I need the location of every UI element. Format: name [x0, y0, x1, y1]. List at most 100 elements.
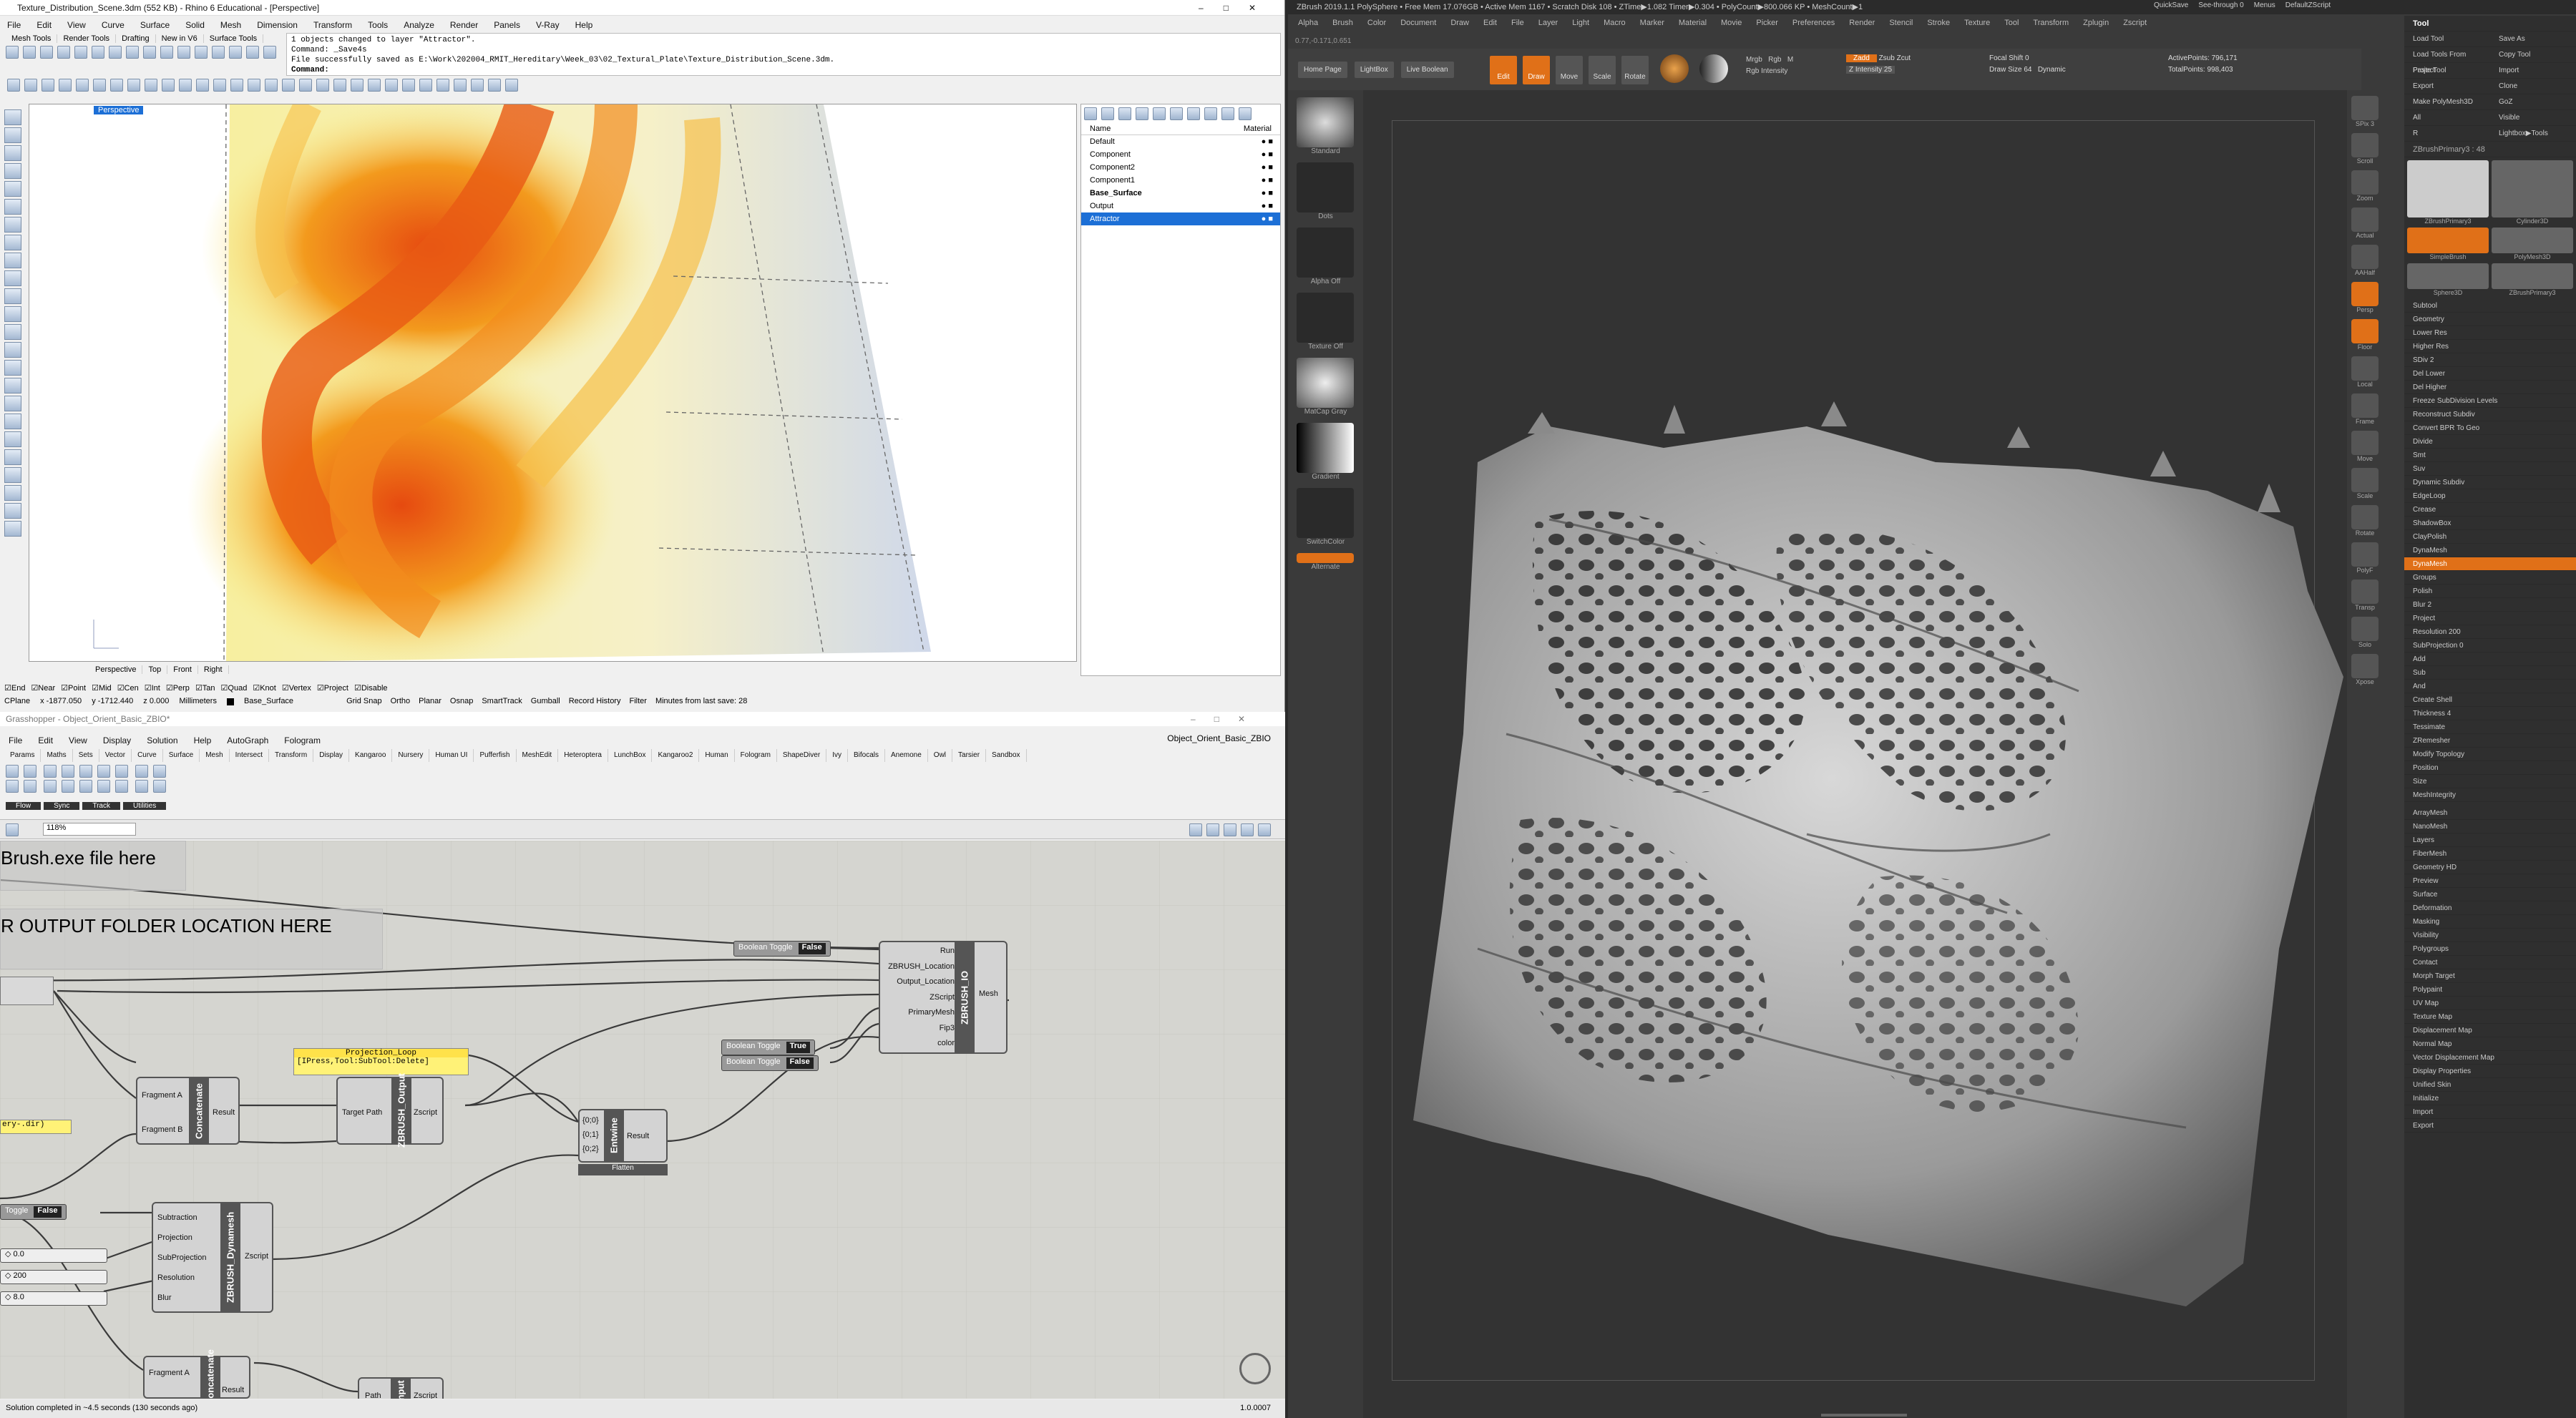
rhino-toolbar-tab-0[interactable]: Mesh Tools	[6, 34, 58, 43]
rhino-left-tool-icon[interactable]	[4, 521, 21, 537]
tool-thumbnail[interactable]: Sphere3D	[2407, 263, 2489, 296]
rhino-left-tool-icon[interactable]	[4, 235, 21, 250]
rhino-left-tool-icon[interactable]	[4, 145, 21, 161]
tool-action-button[interactable]: All	[2404, 110, 2490, 126]
dynamesh-input[interactable]: Subtraction	[157, 1208, 207, 1228]
save-icon[interactable]	[6, 823, 19, 836]
gh-sync-icon[interactable]	[62, 780, 74, 793]
layer-swatch-icon[interactable]: ● ■	[1262, 135, 1273, 148]
gh-sync-icon[interactable]	[97, 765, 110, 778]
subtool-option[interactable]: Project	[2404, 612, 2576, 625]
rhino-tool-icon[interactable]	[74, 46, 87, 59]
dynamesh-input[interactable]: Resolution	[157, 1268, 207, 1288]
layer-swatch-icon[interactable]: ● ■	[1262, 212, 1273, 225]
gh-sync-icon[interactable]	[115, 765, 128, 778]
tool-action-button[interactable]: Make PolyMesh3D	[2404, 94, 2490, 110]
input-path-component[interactable]: Path Input Zscript	[358, 1377, 444, 1399]
gradient-icon[interactable]	[1297, 423, 1354, 473]
rhino-tool-icon[interactable]	[57, 46, 70, 59]
zb-nav-button[interactable]: Transp	[2350, 580, 2380, 611]
zb-nav-button[interactable]: Solo	[2350, 617, 2380, 648]
rhino-left-tool-icon[interactable]	[4, 163, 21, 179]
tool-subpalette[interactable]: Export	[2404, 1119, 2576, 1133]
zb-top-button-0[interactable]: Home Page	[1298, 62, 1347, 78]
zb-top-button-2[interactable]: Live Boolean	[1400, 62, 1454, 78]
zb-nav-icon[interactable]	[2351, 133, 2379, 157]
rhino-left-tool-icon[interactable]	[4, 109, 21, 125]
zbrush-io-input[interactable]: ZBRUSH_Location	[883, 959, 955, 975]
subtool-option[interactable]: And	[2404, 680, 2576, 693]
rhino-tool-icon[interactable]	[263, 46, 276, 59]
rhino-standard-tool-icon[interactable]	[248, 79, 260, 92]
zbrush-io-input[interactable]: Fip3	[883, 1021, 955, 1037]
rhino-standard-tool-icon[interactable]	[145, 79, 157, 92]
zb-menu-item-11[interactable]: Material	[1679, 19, 1707, 27]
tool-thumbnail[interactable]: Cylinder3D	[2492, 160, 2573, 225]
number-slider[interactable]: ◇ 200	[0, 1270, 107, 1284]
status-toggle-3[interactable]: Osnap	[450, 697, 473, 705]
zb-menu-item-19[interactable]: Tool	[2004, 19, 2019, 27]
tool-action-button[interactable]: GoZ	[2490, 94, 2576, 110]
tool-action-button[interactable]: Copy Tool	[2490, 47, 2576, 63]
rhino-standard-tool-icon[interactable]	[42, 79, 54, 92]
zb-nav-icon[interactable]	[2351, 170, 2379, 195]
rhino-left-tool-icon[interactable]	[4, 270, 21, 286]
gh-tab-17[interactable]: Kangaroo2	[652, 749, 700, 762]
subtool-option[interactable]: Resolution 200	[2404, 625, 2576, 639]
zb-shelf-slot[interactable]: SwitchColor	[1297, 488, 1355, 546]
tool-thumbnail[interactable]: ZBrushPrimary3	[2407, 160, 2489, 225]
zbrush-output-component[interactable]: Target Path ZBRUSH_Output Zscript	[336, 1074, 444, 1148]
zb-nav-button[interactable]: Actual	[2350, 207, 2380, 239]
rhino-menu-item-8[interactable]: Transform	[313, 20, 352, 30]
rhino-standard-tool-icon[interactable]	[385, 79, 398, 92]
rhino-tool-icon[interactable]	[195, 46, 208, 59]
tool-subpalette[interactable]: Texture Map	[2404, 1010, 2576, 1024]
tool-subpalette[interactable]: UV Map	[2404, 997, 2576, 1010]
rhino-standard-tool-icon[interactable]	[333, 79, 346, 92]
zb-shelf-slot[interactable]: MatCap Gray	[1297, 358, 1355, 416]
gh-tab-6[interactable]: Mesh	[200, 749, 230, 762]
zb-mode-scale[interactable]: Scale	[1589, 56, 1616, 84]
osnap-quad[interactable]: ☑Quad	[221, 683, 248, 693]
layer-row[interactable]: Base_Surface ● ■	[1081, 187, 1280, 200]
tool-action-button[interactable]: Clone	[2490, 79, 2576, 94]
view-tab-0[interactable]: Perspective	[89, 665, 143, 674]
gh-tab-4[interactable]: Curve	[132, 749, 163, 762]
rhino-standard-tool-icon[interactable]	[24, 79, 37, 92]
zb-rgb-controls[interactable]: Mrgb Rgb M Rgb Intensity	[1746, 54, 1793, 77]
rhino-menu-item-10[interactable]: Analyze	[404, 20, 434, 30]
zb-menu-item-8[interactable]: Light	[1572, 19, 1589, 27]
gh-doc-name[interactable]: Object_Orient_Basic_ZBIO	[1167, 733, 1271, 743]
tool-thumb-icon[interactable]	[2492, 160, 2573, 217]
rhino-toolbar-tab-3[interactable]: New in V6	[156, 34, 204, 43]
zb-nav-button[interactable]: Local	[2350, 356, 2380, 388]
color-icon[interactable]	[1297, 488, 1354, 538]
gh-sync-icon[interactable]	[97, 780, 110, 793]
osnap-disable[interactable]: ☑Disable	[354, 683, 388, 693]
rhino-standard-tool-icon[interactable]	[179, 79, 192, 92]
gh-tab-24[interactable]: Owl	[928, 749, 953, 762]
subtool-option[interactable]: Polish	[2404, 585, 2576, 598]
rhino-left-tool-icon[interactable]	[4, 431, 21, 447]
tool-subpalette[interactable]: Visibility	[2404, 929, 2576, 942]
subtool-option[interactable]: Position	[2404, 761, 2576, 775]
zb-mode-move[interactable]: Move	[1556, 56, 1583, 84]
subtool-option[interactable]: Modify Topology	[2404, 748, 2576, 761]
rhino-menu-item-6[interactable]: Mesh	[220, 20, 241, 30]
viewport-label[interactable]: Perspective	[94, 106, 144, 114]
rhino-standard-tool-icon[interactable]	[505, 79, 518, 92]
gh-group-output-folder[interactable]: R OUTPUT FOLDER LOCATION HERE	[0, 909, 383, 969]
zb-menu-item-18[interactable]: Texture	[1964, 19, 1990, 27]
subtool-option[interactable]: Groups	[2404, 571, 2576, 585]
gh-tab-9[interactable]: Display	[313, 749, 350, 762]
boolean-toggle-2[interactable]: Boolean Toggle True	[721, 1040, 815, 1055]
current-tool-name[interactable]: ZBrushPrimary3 : 48	[2404, 142, 2576, 157]
rhino-standard-tool-icon[interactable]	[76, 79, 89, 92]
tool-subpalette[interactable]: Layers	[2404, 833, 2576, 847]
layer-tool-icon[interactable]	[1136, 107, 1148, 120]
rhino-standard-tool-icon[interactable]	[196, 79, 209, 92]
status-toggle-7[interactable]: Filter	[629, 697, 646, 705]
zb-menu-item-0[interactable]: Alpha	[1298, 19, 1318, 27]
entwine-component[interactable]: {0;0} {0;1} {0;2} Entwine Result	[578, 1109, 668, 1163]
subtool-option[interactable]: Divide	[2404, 435, 2576, 449]
